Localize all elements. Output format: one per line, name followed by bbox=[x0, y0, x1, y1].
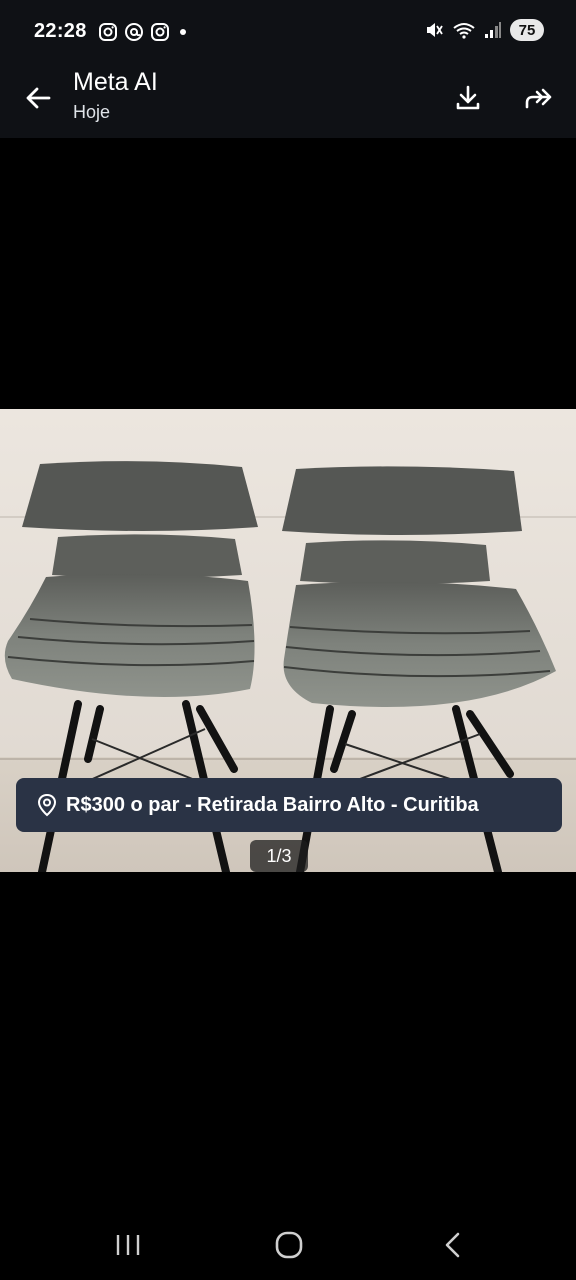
instagram-icon bbox=[99, 23, 117, 41]
signal-icon bbox=[485, 22, 501, 38]
share-icon bbox=[525, 88, 552, 109]
download-button[interactable] bbox=[448, 78, 488, 118]
share-button[interactable] bbox=[518, 78, 562, 118]
notification-dot-icon bbox=[180, 29, 186, 35]
download-icon bbox=[456, 85, 480, 110]
home-icon bbox=[275, 1231, 303, 1259]
system-nav-bar bbox=[0, 1208, 576, 1280]
status-bar: 22:28 75 bbox=[0, 0, 576, 64]
battery-level: 75 bbox=[518, 21, 536, 39]
mute-icon bbox=[427, 23, 443, 37]
nav-back-button[interactable] bbox=[434, 1228, 470, 1262]
listing-price-text: R$300 o par - Retirada Bairro Alto - Cur… bbox=[66, 793, 479, 816]
status-right-icons: 75 bbox=[424, 19, 544, 41]
back-button[interactable] bbox=[18, 78, 58, 118]
back-icon bbox=[445, 1232, 460, 1258]
home-button[interactable] bbox=[270, 1229, 308, 1261]
image-counter-text: 1/3 bbox=[266, 845, 292, 866]
battery-icon: 75 bbox=[510, 19, 544, 41]
listing-info-chip[interactable]: R$300 o par - Retirada Bairro Alto - Cur… bbox=[16, 778, 562, 832]
image-counter: 1/3 bbox=[250, 840, 308, 872]
back-arrow-icon bbox=[26, 87, 51, 109]
wifi-icon bbox=[453, 23, 475, 39]
recent-apps-button[interactable] bbox=[110, 1230, 146, 1260]
instagram-icon bbox=[151, 23, 169, 41]
app-header: Meta AI Hoje bbox=[0, 64, 576, 138]
threads-icon bbox=[125, 23, 143, 41]
chat-subtitle: Hoje bbox=[73, 102, 111, 122]
status-left-icons bbox=[98, 22, 190, 42]
status-time: 22:28 bbox=[34, 20, 87, 42]
recent-apps-icon bbox=[116, 1235, 140, 1255]
location-pin-icon bbox=[37, 793, 57, 817]
chat-title: Meta AI bbox=[73, 68, 158, 96]
